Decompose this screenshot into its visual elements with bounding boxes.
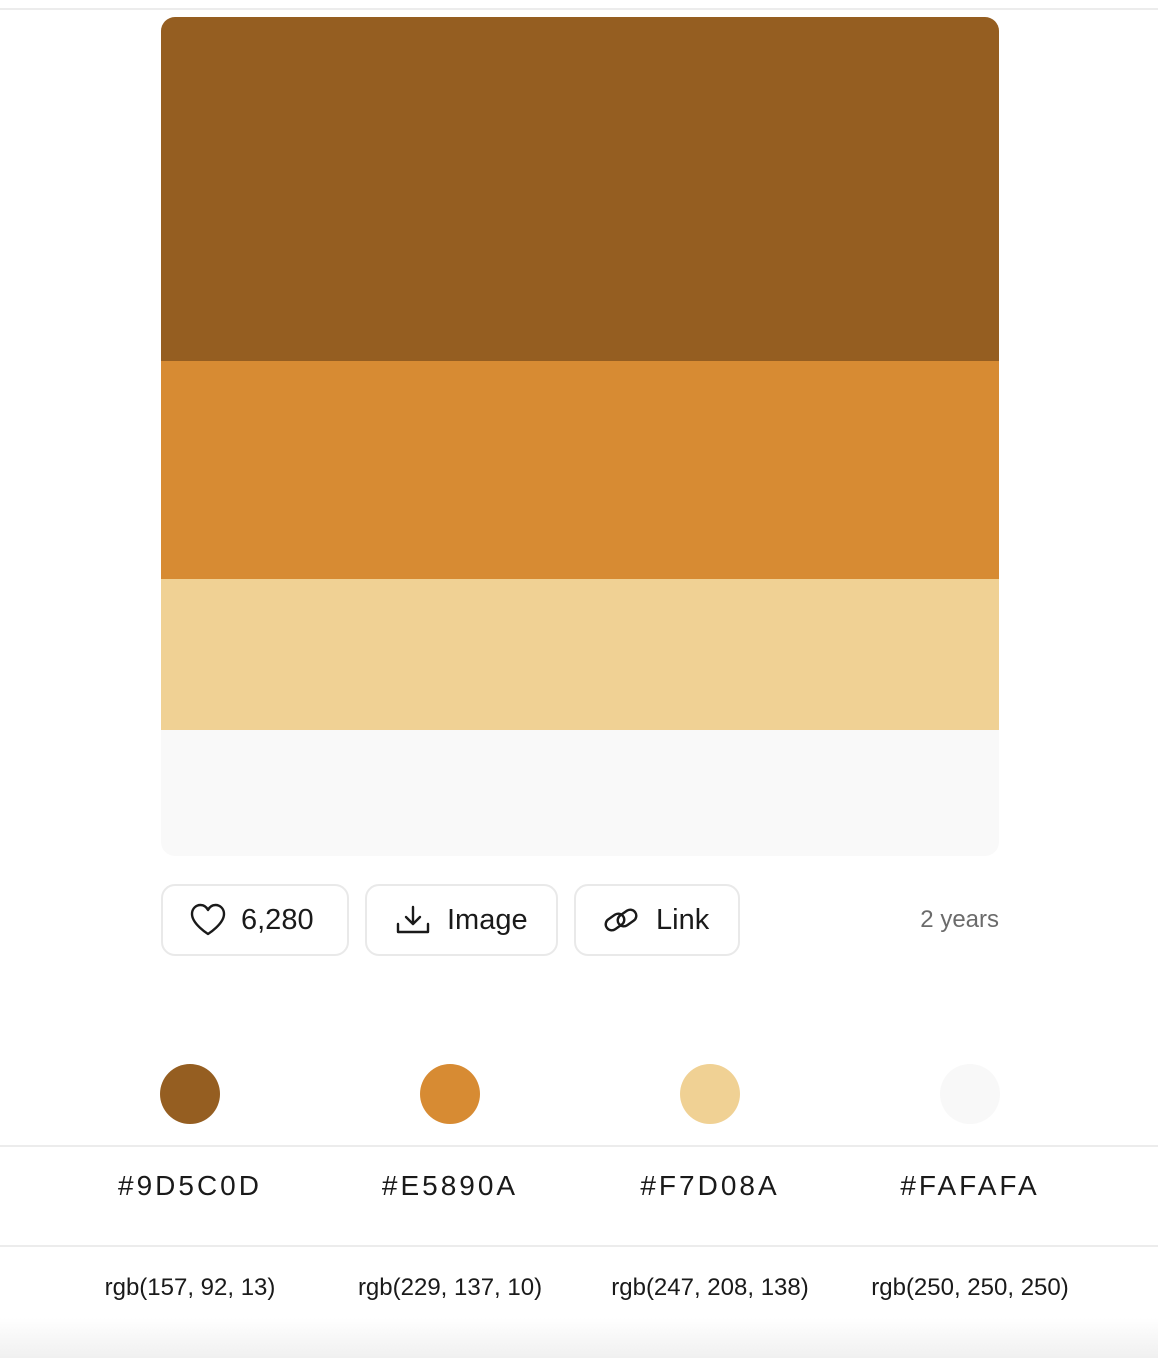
swatch-dot-1[interactable]: [160, 1064, 220, 1124]
rgb-value-4[interactable]: rgb(250, 250, 250): [840, 1274, 1100, 1302]
swatch-dots: [0, 1064, 1158, 1126]
palette-band-2[interactable]: [161, 361, 999, 579]
palette-band-4[interactable]: [161, 730, 999, 856]
copy-link-button[interactable]: Link: [574, 884, 740, 956]
link-icon: [602, 903, 640, 937]
image-button-label: Image: [447, 903, 528, 936]
bottom-fade: [0, 1318, 1158, 1358]
palette-age: 2 years: [920, 906, 999, 933]
palette-preview[interactable]: [161, 17, 999, 856]
heart-icon: [189, 903, 227, 937]
rgb-value-1[interactable]: rgb(157, 92, 13): [60, 1274, 320, 1302]
like-count: 6,280: [241, 903, 314, 936]
swatch-dot-3[interactable]: [680, 1064, 740, 1124]
swatch-divider: [0, 1145, 1158, 1147]
palette-actions: 6,280 Image Link 2 years: [161, 884, 999, 960]
top-divider: [0, 8, 1158, 10]
hex-code-2[interactable]: #E5890A: [320, 1170, 580, 1202]
like-button[interactable]: 6,280: [161, 884, 349, 956]
hex-code-3[interactable]: #F7D08A: [580, 1170, 840, 1202]
hex-code-4[interactable]: #FAFAFA: [840, 1170, 1100, 1202]
download-image-button[interactable]: Image: [365, 884, 558, 956]
hex-divider: [0, 1245, 1158, 1247]
rgb-value-3[interactable]: rgb(247, 208, 138): [580, 1274, 840, 1302]
rgb-row: rgb(157, 92, 13) rgb(229, 137, 10) rgb(2…: [0, 1274, 1158, 1314]
swatch-dot-2[interactable]: [420, 1064, 480, 1124]
hex-code-1[interactable]: #9D5C0D: [60, 1170, 320, 1202]
download-icon: [395, 904, 431, 936]
palette-band-3[interactable]: [161, 579, 999, 730]
rgb-value-2[interactable]: rgb(229, 137, 10): [320, 1274, 580, 1302]
hex-row: #9D5C0D #E5890A #F7D08A #FAFAFA: [0, 1170, 1158, 1226]
palette-band-1[interactable]: [161, 17, 999, 361]
swatch-dot-4[interactable]: [940, 1064, 1000, 1124]
link-button-label: Link: [656, 903, 710, 936]
